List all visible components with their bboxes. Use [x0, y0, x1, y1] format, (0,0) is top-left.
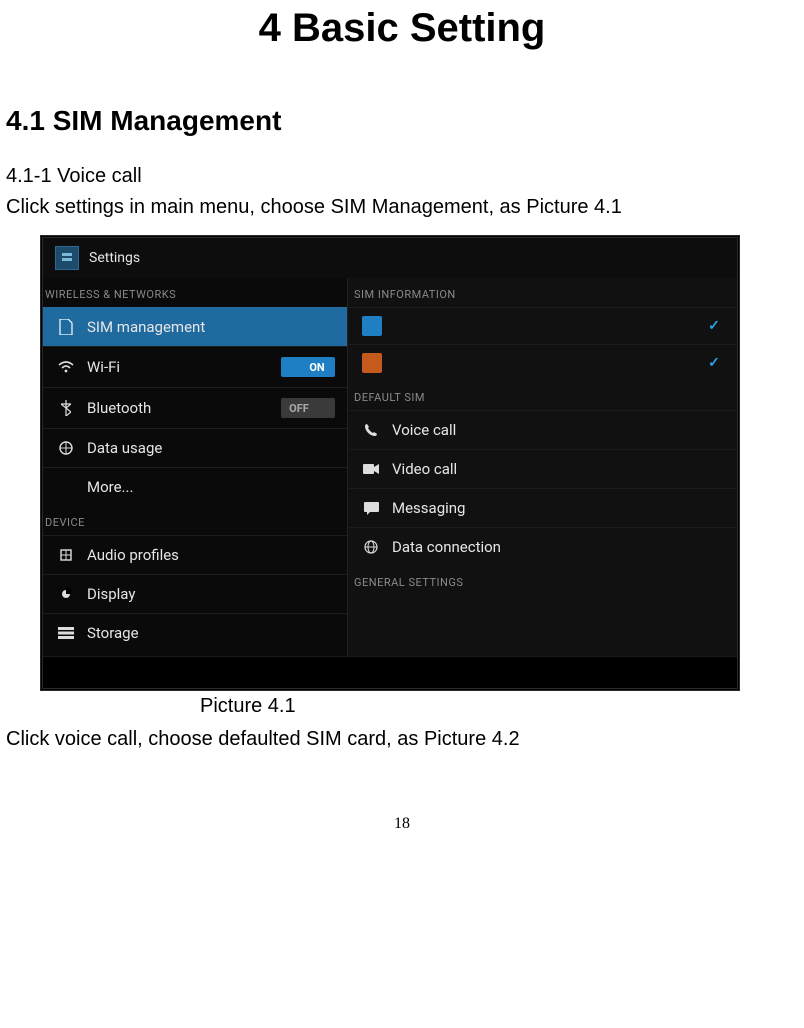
- sidebar-item-display[interactable]: Display: [43, 574, 347, 613]
- settings-right-pane: SIM INFORMATION ✓ ✓ DEFAULT SIM Voi: [347, 278, 737, 656]
- default-sim-voice-call[interactable]: Voice call: [348, 410, 737, 449]
- subsection-heading: 4.1-1 Voice call: [0, 161, 804, 192]
- left-subheader-device: DEVICE: [43, 506, 347, 535]
- chapter-title: 4 Basic Setting: [0, 0, 804, 81]
- display-icon: [57, 585, 75, 603]
- sidebar-item-sim-management[interactable]: SIM management: [43, 307, 347, 346]
- default-sim-messaging[interactable]: Messaging: [348, 488, 737, 527]
- sim-slot-2[interactable]: ✓: [348, 344, 737, 381]
- sidebar-item-data-usage[interactable]: Data usage: [43, 428, 347, 467]
- sidebar-item-label: SIM management: [87, 318, 335, 336]
- item-label: Video call: [392, 460, 725, 478]
- settings-app-title: Settings: [89, 250, 140, 266]
- audio-icon: [57, 546, 75, 564]
- storage-icon: [57, 624, 75, 642]
- item-label: Messaging: [392, 499, 725, 517]
- right-subheader-default-sim: DEFAULT SIM: [348, 381, 737, 410]
- sidebar-item-label: Bluetooth: [87, 399, 269, 417]
- sidebar-item-more[interactable]: More...: [43, 467, 347, 506]
- settings-screenshot: Settings WIRELESS & NETWORKS SIM managem…: [40, 235, 740, 691]
- video-icon: [362, 460, 380, 478]
- right-subheader-general: GENERAL SETTINGS: [348, 566, 737, 595]
- globe-icon: [362, 538, 380, 556]
- document-page: 4 Basic Setting 4.1 SIM Management 4.1-1…: [0, 0, 804, 873]
- left-subheader-wireless: WIRELESS & NETWORKS: [43, 278, 347, 307]
- sidebar-item-bluetooth[interactable]: Bluetooth OFF: [43, 387, 347, 428]
- figure-caption: Picture 4.1: [0, 691, 804, 724]
- section-title: 4.1 SIM Management: [0, 81, 804, 161]
- bluetooth-icon: [57, 399, 75, 417]
- sidebar-item-label: Display: [87, 585, 335, 603]
- settings-left-pane: WIRELESS & NETWORKS SIM management Wi-Fi…: [43, 278, 347, 656]
- item-label: Data connection: [392, 538, 725, 556]
- sim-chip-icon: [362, 316, 382, 336]
- sidebar-item-label: Storage: [87, 624, 335, 642]
- wifi-icon: [57, 358, 75, 376]
- sim-icon: [57, 318, 75, 336]
- check-icon: ✓: [705, 317, 723, 335]
- sidebar-item-label: More...: [87, 478, 335, 496]
- sim-chip-icon: [362, 353, 382, 373]
- after-caption-paragraph: Click voice call, choose defaulted SIM c…: [0, 724, 804, 755]
- default-sim-data-connection[interactable]: Data connection: [348, 527, 737, 566]
- page-number: 18: [0, 755, 804, 833]
- sidebar-item-label: Audio profiles: [87, 546, 335, 564]
- sidebar-item-wifi[interactable]: Wi-Fi ON: [43, 346, 347, 387]
- settings-app-icon: [55, 246, 79, 270]
- wifi-toggle[interactable]: ON: [281, 357, 335, 377]
- settings-app-header: Settings: [43, 238, 737, 278]
- data-icon: [57, 439, 75, 457]
- check-icon: ✓: [705, 354, 723, 372]
- sidebar-item-audio-profiles[interactable]: Audio profiles: [43, 535, 347, 574]
- settings-body: WIRELESS & NETWORKS SIM management Wi-Fi…: [43, 278, 737, 656]
- sidebar-item-label: Wi-Fi: [87, 358, 269, 376]
- sim-slot-1[interactable]: ✓: [348, 307, 737, 344]
- nav-bar: [43, 656, 737, 688]
- phone-icon: [362, 421, 380, 439]
- sidebar-item-storage[interactable]: Storage: [43, 613, 347, 652]
- item-label: Voice call: [392, 421, 725, 439]
- sidebar-item-label: Data usage: [87, 439, 335, 457]
- bluetooth-toggle[interactable]: OFF: [281, 398, 335, 418]
- default-sim-video-call[interactable]: Video call: [348, 449, 737, 488]
- intro-paragraph: Click settings in main menu, choose SIM …: [0, 192, 804, 223]
- right-subheader-sim-info: SIM INFORMATION: [348, 278, 737, 307]
- message-icon: [362, 499, 380, 517]
